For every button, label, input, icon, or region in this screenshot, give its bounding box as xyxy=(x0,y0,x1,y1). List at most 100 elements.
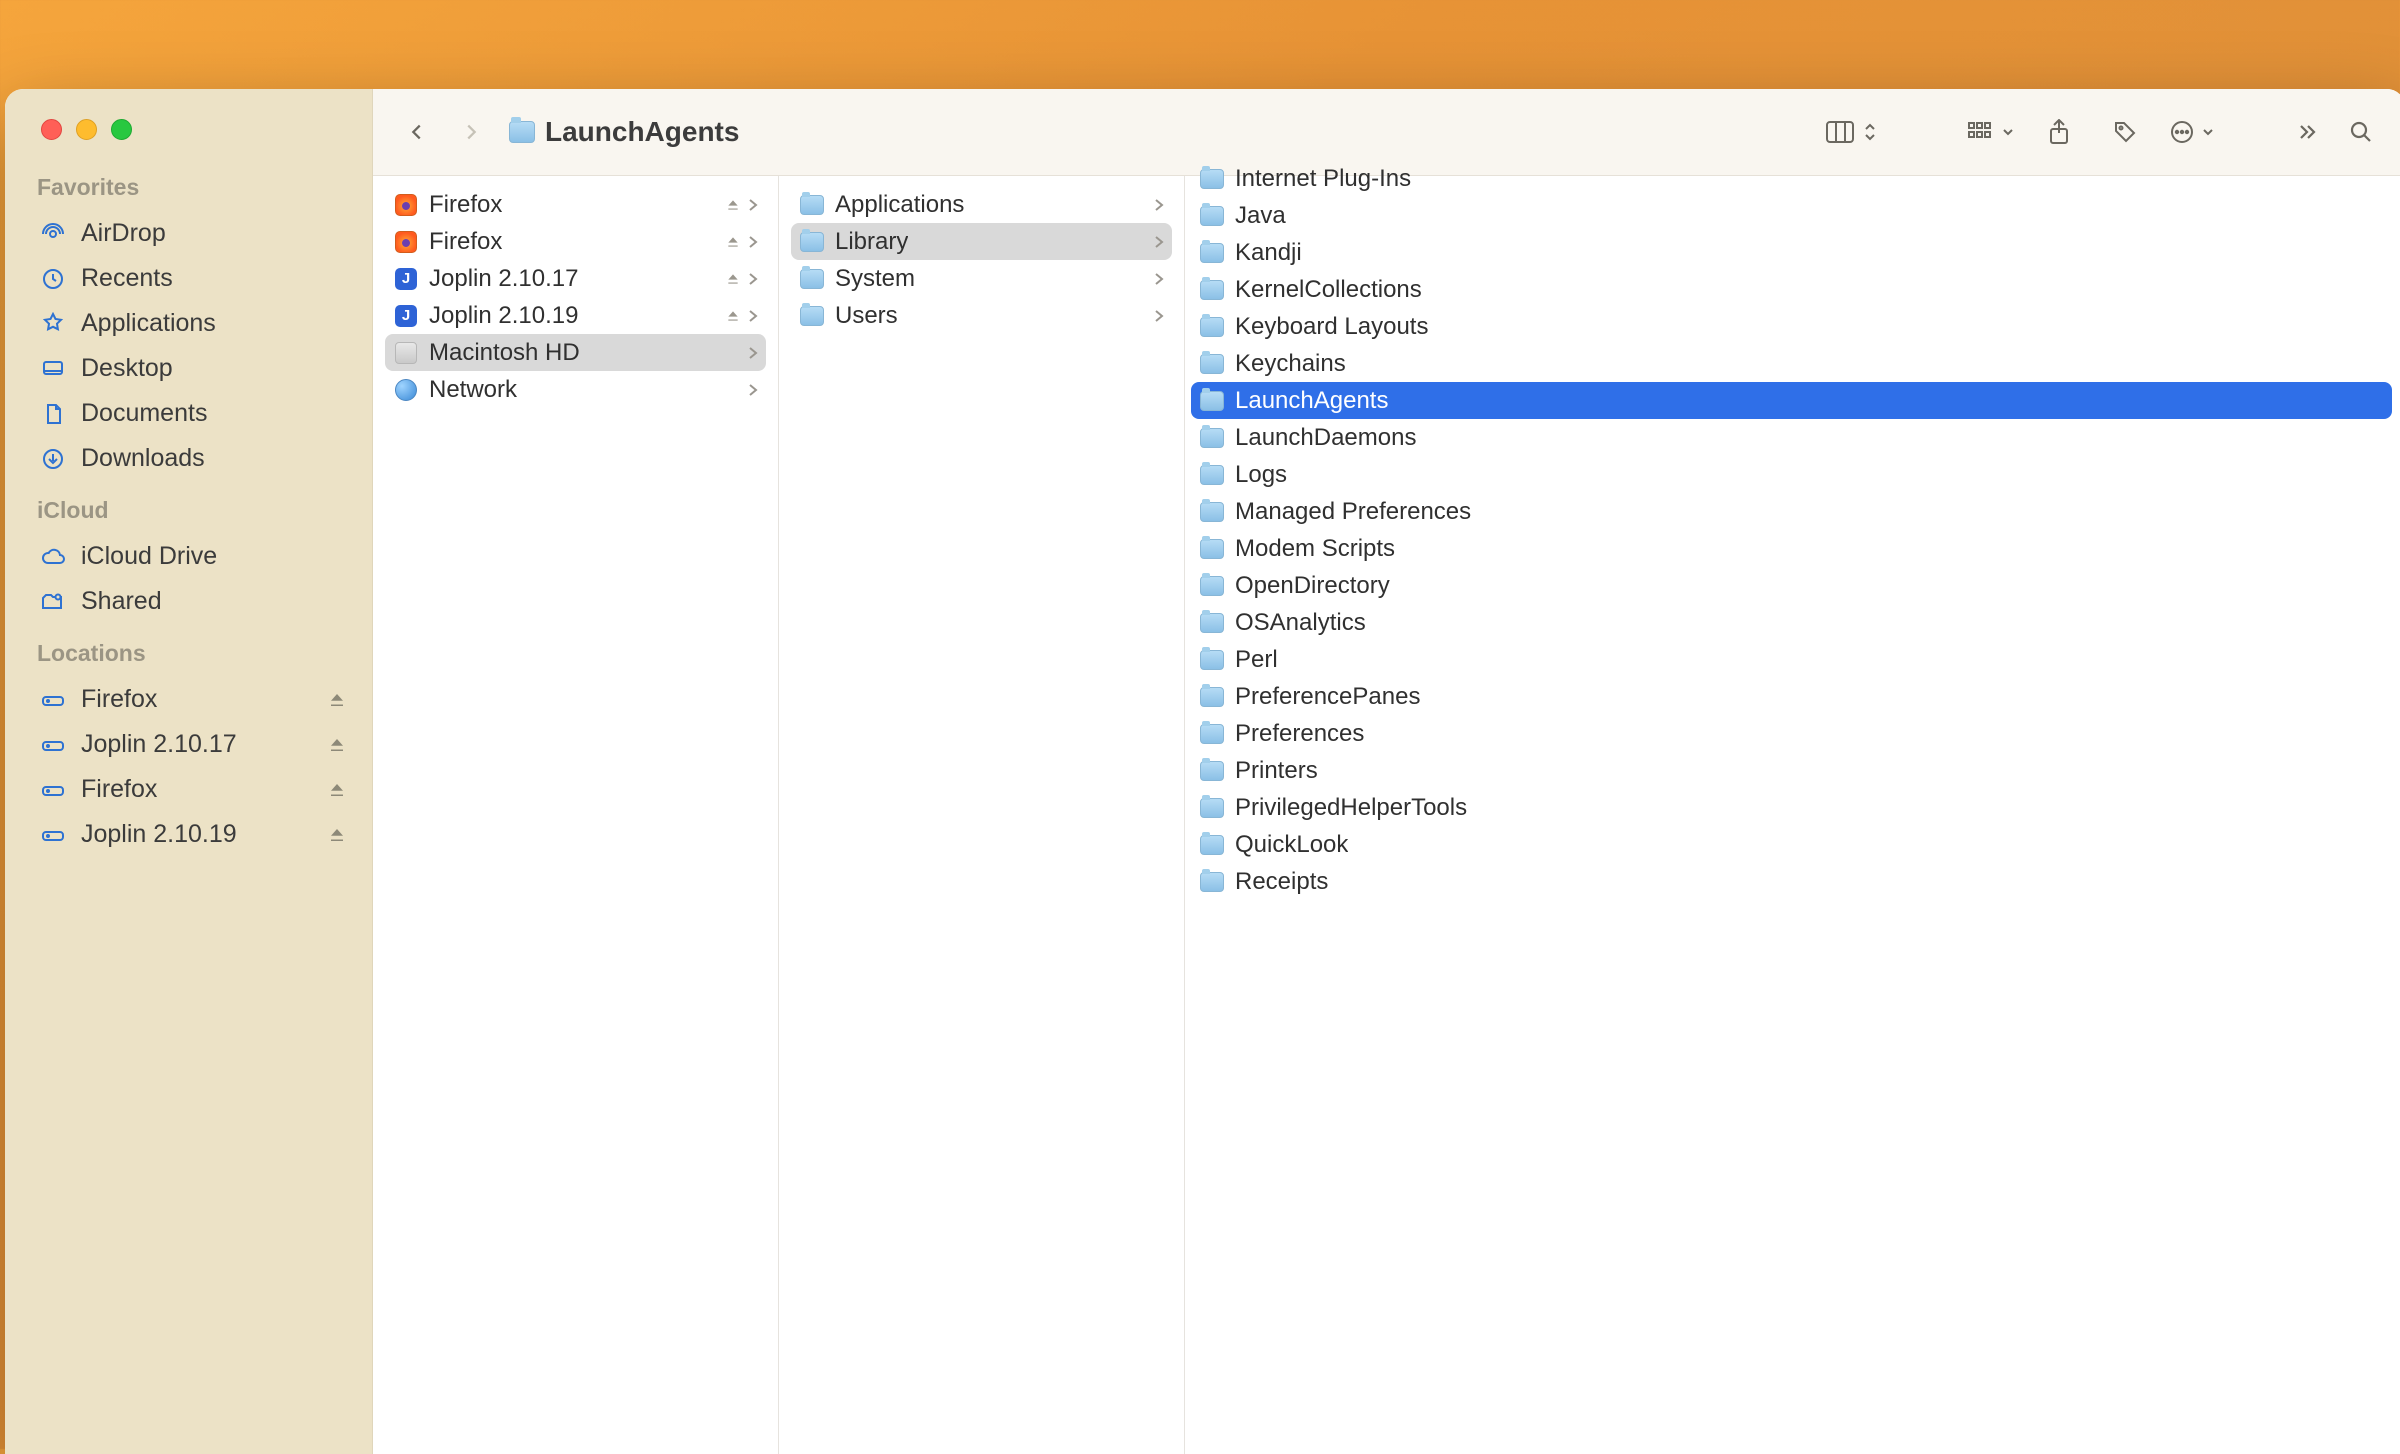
column-item-label: LaunchDaemons xyxy=(1235,424,1416,452)
folder-icon xyxy=(1199,203,1225,229)
column-item-label: Kandji xyxy=(1235,239,1302,267)
column-item[interactable]: Keychains xyxy=(1191,345,2392,382)
column-item-label: Java xyxy=(1235,202,1286,230)
column-item[interactable]: Internet Plug-Ins xyxy=(1191,160,2392,197)
column-item-label: Network xyxy=(429,376,517,404)
column-item[interactable]: Managed Preferences xyxy=(1191,493,2392,530)
eject-icon[interactable] xyxy=(328,826,346,844)
eject-icon[interactable] xyxy=(328,691,346,709)
column-item[interactable]: System xyxy=(791,260,1172,297)
sidebar-item-documents[interactable]: Documents xyxy=(33,391,352,436)
finder-sidebar: Favorites AirDrop Recents Applications D… xyxy=(5,89,373,1454)
column-item[interactable]: Network xyxy=(385,371,766,408)
column-item[interactable]: PreferencePanes xyxy=(1191,678,2392,715)
sidebar-item-airdrop[interactable]: AirDrop xyxy=(33,211,352,256)
sidebar-item-downloads[interactable]: Downloads xyxy=(33,436,352,481)
column-item-launchagents[interactable]: LaunchAgents xyxy=(1191,382,2392,419)
group-by-button[interactable] xyxy=(1967,110,2015,154)
column-view: Firefox Firefox J Joplin 2.10.17 xyxy=(373,176,2400,1454)
sidebar-item-label: Desktop xyxy=(81,354,173,383)
column-item[interactable]: Logs xyxy=(1191,456,2392,493)
window-title-text: LaunchAgents xyxy=(545,116,739,148)
chevron-right-icon xyxy=(1154,198,1164,212)
sidebar-item-firefox-2[interactable]: Firefox xyxy=(33,767,352,812)
column-item[interactable]: J Joplin 2.10.19 xyxy=(385,297,766,334)
sidebar-item-label: iCloud Drive xyxy=(81,542,217,571)
column-item[interactable]: KernelCollections xyxy=(1191,271,2392,308)
column-item[interactable]: Preferences xyxy=(1191,715,2392,752)
column-item-label: QuickLook xyxy=(1235,831,1348,859)
sidebar-item-joplin-19[interactable]: Joplin 2.10.19 xyxy=(33,812,352,857)
column-item[interactable]: OpenDirectory xyxy=(1191,567,2392,604)
sidebar-item-desktop[interactable]: Desktop xyxy=(33,346,352,391)
sidebar-item-icloud-drive[interactable]: iCloud Drive xyxy=(33,534,352,579)
folder-icon xyxy=(1199,795,1225,821)
column-item-label: PrivilegedHelperTools xyxy=(1235,794,1467,822)
eject-icon[interactable] xyxy=(328,736,346,754)
column-item[interactable]: PrivilegedHelperTools xyxy=(1191,789,2392,826)
sidebar-item-label: AirDrop xyxy=(81,219,166,248)
eject-icon[interactable] xyxy=(726,309,740,323)
overflow-button[interactable] xyxy=(2285,110,2329,154)
sidebar-item-applications[interactable]: Applications xyxy=(33,301,352,346)
column-item[interactable]: Receipts xyxy=(1191,863,2392,900)
folder-icon xyxy=(1199,684,1225,710)
column-item-label: LaunchAgents xyxy=(1235,387,1388,415)
view-columns-button[interactable] xyxy=(1825,110,1877,154)
sidebar-item-recents[interactable]: Recents xyxy=(33,256,352,301)
drive-icon xyxy=(39,686,67,714)
close-button[interactable] xyxy=(41,119,62,140)
column-item[interactable]: Applications xyxy=(791,186,1172,223)
column-item-label: KernelCollections xyxy=(1235,276,1422,304)
column-item[interactable]: Java xyxy=(1191,197,2392,234)
sidebar-item-shared[interactable]: Shared xyxy=(33,579,352,624)
column-item-macintosh-hd[interactable]: Macintosh HD xyxy=(385,334,766,371)
minimize-button[interactable] xyxy=(76,119,97,140)
sidebar-item-firefox-1[interactable]: Firefox xyxy=(33,677,352,722)
search-button[interactable] xyxy=(2339,110,2383,154)
folder-icon xyxy=(799,192,825,218)
column-item[interactable]: Keyboard Layouts xyxy=(1191,308,2392,345)
column-item[interactable]: Firefox xyxy=(385,186,766,223)
column-item[interactable]: Perl xyxy=(1191,641,2392,678)
drive-icon xyxy=(39,776,67,804)
eject-icon[interactable] xyxy=(726,198,740,212)
column-item[interactable]: J Joplin 2.10.17 xyxy=(385,260,766,297)
folder-icon xyxy=(1199,166,1225,192)
column-item[interactable]: LaunchDaemons xyxy=(1191,419,2392,456)
folder-icon xyxy=(799,229,825,255)
nav-back-button[interactable] xyxy=(395,110,439,154)
column-2: Applications Library System Users xyxy=(779,176,1185,1454)
eject-icon[interactable] xyxy=(328,781,346,799)
eject-icon[interactable] xyxy=(726,272,740,286)
column-item[interactable]: Firefox xyxy=(385,223,766,260)
column-item-label: OpenDirectory xyxy=(1235,572,1390,600)
chevron-right-icon xyxy=(1154,309,1164,323)
airdrop-icon xyxy=(39,220,67,248)
column-item[interactable]: Printers xyxy=(1191,752,2392,789)
share-button[interactable] xyxy=(2037,110,2081,154)
column-item[interactable]: Modem Scripts xyxy=(1191,530,2392,567)
more-actions-button[interactable] xyxy=(2169,110,2215,154)
folder-icon xyxy=(1199,832,1225,858)
tags-button[interactable] xyxy=(2103,110,2147,154)
eject-icon[interactable] xyxy=(726,235,740,249)
column-item[interactable]: OSAnalytics xyxy=(1191,604,2392,641)
column-3: Internet Plug-Ins Java Kandji KernelColl… xyxy=(1185,150,2400,1454)
zoom-button[interactable] xyxy=(111,119,132,140)
column-item-library[interactable]: Library xyxy=(791,223,1172,260)
disk-icon xyxy=(393,340,419,366)
folder-icon xyxy=(799,303,825,329)
column-item[interactable]: Kandji xyxy=(1191,234,2392,271)
sidebar-item-joplin-17[interactable]: Joplin 2.10.17 xyxy=(33,722,352,767)
folder-icon xyxy=(1199,758,1225,784)
column-item-label: Users xyxy=(835,302,898,330)
folder-icon xyxy=(799,266,825,292)
column-item[interactable]: Users xyxy=(791,297,1172,334)
nav-forward-button[interactable] xyxy=(449,110,493,154)
column-item-label: Joplin 2.10.17 xyxy=(429,265,578,293)
folder-icon xyxy=(1199,351,1225,377)
app-joplin-icon: J xyxy=(393,266,419,292)
document-icon xyxy=(39,400,67,428)
column-item[interactable]: QuickLook xyxy=(1191,826,2392,863)
